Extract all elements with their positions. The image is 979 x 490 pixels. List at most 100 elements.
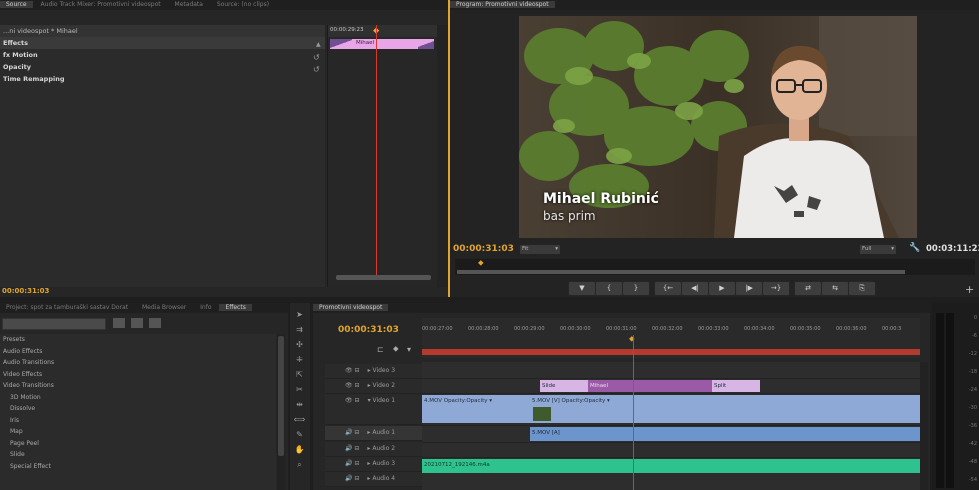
- timeline-timecode[interactable]: 00:00:31:03: [338, 325, 399, 335]
- add-marker-icon[interactable]: ⬥: [393, 344, 399, 354]
- meter-scale-label: -36: [968, 423, 977, 429]
- work-area-bar[interactable]: [422, 349, 920, 355]
- yuv-effects-icon[interactable]: [149, 318, 161, 328]
- scrub-bar[interactable]: ⬥: [455, 258, 975, 275]
- collapse-icon[interactable]: ▲: [316, 41, 321, 48]
- tab-media-browser[interactable]: Media Browser: [136, 304, 192, 311]
- mark-in-button[interactable]: {: [595, 281, 623, 296]
- reset-motion-icon[interactable]: ↺: [313, 53, 320, 62]
- clip-split-transition[interactable]: Split: [712, 380, 760, 392]
- wrench-icon[interactable]: 🔧: [909, 243, 920, 253]
- clip-audio-m4a[interactable]: 20210712_192146.m4a: [422, 459, 920, 473]
- add-marker-button[interactable]: ▼: [568, 281, 596, 296]
- slip-tool-icon[interactable]: ⇹: [293, 398, 306, 411]
- selection-tool-icon[interactable]: ➤: [293, 308, 306, 321]
- effects-folder-video-effects[interactable]: Video Effects: [0, 369, 276, 381]
- meter-scale-label: -54: [968, 477, 977, 483]
- clip-slide-transition[interactable]: Slide: [540, 380, 588, 392]
- accelerated-effects-icon[interactable]: [113, 318, 125, 328]
- effects-scrollbar[interactable]: [277, 334, 285, 490]
- fit-dropdown[interactable]: Fit ▾: [520, 245, 560, 254]
- track-name: Audio 2: [372, 445, 396, 452]
- scrub-playhead-icon[interactable]: ⬥: [478, 258, 484, 268]
- step-forward-button[interactable]: |▶: [735, 281, 763, 296]
- razor-tool-icon[interactable]: ✂: [293, 383, 306, 396]
- mini-scrollbar[interactable]: [336, 275, 431, 280]
- track-header-audio-3[interactable]: 🔊 ⊟ ▸ Audio 3: [325, 457, 422, 472]
- time-ruler[interactable]: 00:00:27:00 00:00:28:00 00:00:29:00 00:0…: [422, 318, 920, 358]
- track-header-video-3[interactable]: 👁 ⊟ ▸ Video 3: [325, 364, 422, 379]
- timeline-settings-icon[interactable]: ▾: [407, 345, 411, 354]
- track-name: Video 3: [372, 367, 396, 374]
- clip-video-5mov[interactable]: 5.MOV [V] Opacity:Opacity ▾: [530, 395, 920, 423]
- track-header-video-1[interactable]: 👁 ⊟ ▾ Video 1: [325, 394, 422, 425]
- pen-tool-icon[interactable]: ✎: [293, 428, 306, 441]
- effects-folder-page-peel[interactable]: Page Peel: [0, 438, 276, 450]
- meter-scale-label: -30: [968, 405, 977, 411]
- extract-button[interactable]: ⇆: [821, 281, 849, 296]
- reset-opacity-icon[interactable]: ↺: [313, 65, 320, 74]
- effects-folder-iris[interactable]: Iris: [0, 415, 276, 427]
- effects-folder-3d-motion[interactable]: 3D Motion: [0, 392, 276, 404]
- motion-row[interactable]: fx Motion: [0, 49, 325, 61]
- tab-project[interactable]: Project: spot za tamburaški sastav Dorat: [0, 304, 134, 311]
- effects-folder-audio-effects[interactable]: Audio Effects: [0, 346, 276, 358]
- step-back-button[interactable]: ◀|: [681, 281, 709, 296]
- quality-label: Full: [862, 246, 872, 252]
- effects-folder-audio-transitions[interactable]: Audio Transitions: [0, 357, 276, 369]
- ruler-tick-label: 00:00:28:00: [468, 326, 499, 332]
- tab-effects[interactable]: Effects: [219, 304, 252, 311]
- tab-info[interactable]: Info: [194, 304, 217, 311]
- tab-source[interactable]: Source: [0, 1, 33, 8]
- effects-folder-slide[interactable]: Slide: [0, 449, 276, 461]
- go-to-out-button[interactable]: →}: [762, 281, 790, 296]
- go-to-in-button[interactable]: {←: [654, 281, 682, 296]
- mini-clip-label: Mihael: [356, 40, 375, 46]
- tab-program[interactable]: Program: Promotivni videospot: [450, 1, 555, 8]
- rate-stretch-tool-icon[interactable]: ⇱: [293, 368, 306, 381]
- ruler-tick-label: 00:00:29:00: [514, 326, 545, 332]
- meter-scale-label: -24: [968, 387, 977, 393]
- track-header-audio-4[interactable]: 🔊 ⊟ ▸ Audio 4: [325, 472, 422, 487]
- rolling-edit-tool-icon[interactable]: ⁜: [293, 353, 306, 366]
- snap-icon[interactable]: ⊏: [377, 345, 384, 354]
- 32bit-effects-icon[interactable]: [131, 318, 143, 328]
- track-select-tool-icon[interactable]: ⇉: [293, 323, 306, 336]
- effects-folder-video-transitions[interactable]: Video Transitions: [0, 380, 276, 392]
- track-name: Audio 1: [372, 429, 396, 436]
- timeline-playhead[interactable]: [633, 335, 634, 490]
- track-header-audio-2[interactable]: 🔊 ⊟ ▸ Audio 2: [325, 442, 422, 457]
- effects-search-input[interactable]: [2, 318, 106, 330]
- tab-timeline-sequence[interactable]: Promotivni videospot: [313, 304, 389, 311]
- lift-button[interactable]: ⇄: [794, 281, 822, 296]
- effects-folder-presets[interactable]: Presets: [0, 334, 276, 346]
- track-header-audio-1[interactable]: 🔊 ⊟ ▸ Audio 1: [325, 426, 422, 441]
- opacity-row[interactable]: Opacity: [0, 61, 325, 73]
- clip-video-4mov[interactable]: 4.MOV Opacity:Opacity ▾: [422, 395, 530, 423]
- ripple-edit-tool-icon[interactable]: ✣: [293, 338, 306, 351]
- tab-metadata[interactable]: Metadata: [169, 1, 209, 8]
- export-frame-button[interactable]: ⎘: [848, 281, 876, 296]
- tab-source-none[interactable]: Source: (no clips): [211, 1, 275, 8]
- play-button[interactable]: ▶: [708, 281, 736, 296]
- effects-folder-special-effect[interactable]: Special Effect: [0, 461, 276, 473]
- time-remapping-row[interactable]: Time Remapping: [0, 73, 325, 85]
- quality-dropdown[interactable]: Full ▾: [860, 245, 896, 254]
- effects-folder-dissolve[interactable]: Dissolve: [0, 403, 276, 415]
- tab-audio-mixer[interactable]: Audio Track Mixer: Promotivni videospot: [35, 1, 167, 8]
- effects-folder-map[interactable]: Map: [0, 426, 276, 438]
- clip-title-mihael[interactable]: Mihael: [588, 380, 712, 392]
- hand-tool-icon[interactable]: ✋: [293, 443, 306, 456]
- program-current-time[interactable]: 00:00:31:03: [453, 244, 514, 254]
- slide-tool-icon[interactable]: ⟺: [293, 413, 306, 426]
- timeline-scrollbar[interactable]: [920, 362, 928, 490]
- clip-audio-5mov[interactable]: 5.MOV [A]: [530, 427, 920, 441]
- title-clip-mini[interactable]: Mihael: [330, 39, 434, 49]
- mark-out-button[interactable]: }: [622, 281, 650, 296]
- meter-scale-label: -48: [968, 459, 977, 465]
- effect-mini-timeline[interactable]: 00:00:29:23 ⬥ Mihael: [327, 25, 438, 287]
- video-frame[interactable]: Mihael Rubinić bas prim: [519, 16, 917, 238]
- add-button-icon[interactable]: +: [965, 283, 974, 296]
- zoom-tool-icon[interactable]: ⌕: [293, 458, 306, 471]
- track-header-video-2[interactable]: 👁 ⊟ ▸ Video 2: [325, 379, 422, 394]
